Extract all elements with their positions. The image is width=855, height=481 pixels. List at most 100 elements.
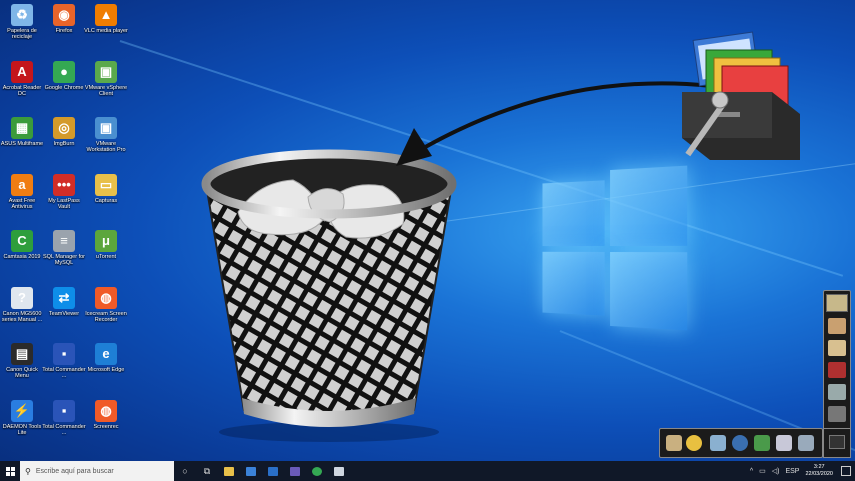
toolbar-app-icon[interactable] — [732, 435, 748, 451]
store-icon — [246, 467, 256, 476]
cortana-icon: ○ — [182, 466, 187, 476]
desktop-icon[interactable]: ▣ VMware vSphere Client — [84, 59, 128, 111]
desktop-icon[interactable]: ••• My LastPass Vault — [42, 172, 86, 224]
avast-icon: a — [11, 174, 33, 196]
canon-quickmenu-icon: ▤ — [11, 343, 33, 365]
screenrec-icon: ◍ — [95, 400, 117, 422]
taskbar-total-commander[interactable] — [284, 461, 306, 481]
desktop-icon[interactable]: A Acrobat Reader DC — [0, 59, 44, 111]
toolbar-corner-button[interactable] — [823, 428, 851, 458]
desktop-icon[interactable]: ▪ Total Commander ... — [42, 341, 86, 393]
desktop-icon[interactable]: ⇄ TeamViewer — [42, 285, 86, 337]
desktop-icon[interactable]: ♻ Papelera de reciclaje — [0, 2, 44, 54]
desktop-icon[interactable]: ▭ Capturas — [84, 172, 128, 224]
vmware-icon: ▣ — [95, 61, 117, 83]
vmware-workstation-icon: ▣ — [95, 117, 117, 139]
desktop-icon[interactable]: ▪ Total Commander ... — [42, 398, 86, 450]
desktop-icon[interactable]: ▲ VLC media player — [84, 2, 128, 54]
desktop-icon[interactable]: ◉ Firefox — [42, 2, 86, 54]
total-commander-icon — [290, 467, 300, 476]
file-explorer-icon — [224, 467, 234, 476]
clock-date: 22/03/2020 — [805, 471, 833, 478]
desktop-icon-label: Papelera de reciclaje — [0, 28, 44, 40]
desktop-icon-label: Capturas — [84, 198, 128, 204]
desktop-icon[interactable]: ≡ SQL Manager for MySQL — [42, 228, 86, 280]
desktop-icon[interactable]: ◎ ImgBurn — [42, 115, 86, 167]
taskbar: ⚲ Escribe aquí para buscar ○ ⧉ ^ ▭ ◁) ES… — [0, 461, 855, 481]
desktop-icon-label: Google Chrome — [42, 85, 86, 91]
start-button[interactable] — [0, 461, 20, 481]
desktop-icon[interactable]: ? Canon MG5600 series Manual ... — [0, 285, 44, 337]
toolbar-app-icon[interactable] — [798, 435, 814, 451]
notification-center-icon[interactable] — [841, 466, 851, 476]
utorrent-icon: μ — [95, 230, 117, 252]
folder-icon: ▭ — [95, 174, 117, 196]
floating-toolbar-horizontal — [659, 428, 823, 458]
search-icon: ⚲ — [25, 467, 31, 476]
daemon-tools-icon: ⚡ — [11, 400, 33, 422]
acrobat-icon: A — [11, 61, 33, 83]
desktop-icon-label: Canon MG5600 series Manual ... — [0, 311, 44, 323]
taskbar-file-explorer[interactable] — [218, 461, 240, 481]
window-icon — [334, 467, 344, 476]
taskbar-store[interactable] — [240, 461, 262, 481]
desktop-icon-label: SQL Manager for MySQL — [42, 254, 86, 266]
toolbar-app-icon[interactable] — [686, 435, 702, 451]
toolbar-app-icon[interactable] — [710, 435, 726, 451]
desktop-icon-label: Screenrec — [84, 424, 128, 430]
desktop-icon[interactable]: μ uTorrent — [84, 228, 128, 280]
desktop-icon-label: VLC media player — [84, 28, 128, 34]
desktop-icon-label: Acrobat Reader DC — [0, 85, 44, 97]
taskbar-clock[interactable]: 3:27 22/03/2020 — [805, 464, 833, 478]
desktop-icon[interactable]: ▦ ASUS Multiframe — [0, 115, 44, 167]
recycle-bin-icon: ♻ — [11, 4, 33, 26]
chrome-icon — [312, 467, 322, 476]
desktop-icon-label: ImgBurn — [42, 141, 86, 147]
tray-chevron-icon[interactable]: ^ — [750, 468, 753, 475]
toolbar-header[interactable] — [826, 294, 848, 312]
task-view-icon: ⧉ — [204, 466, 210, 477]
network-icon[interactable]: ▭ — [759, 467, 766, 475]
desktop-icon[interactable]: ▣ VMware Workstation Pro — [84, 115, 128, 167]
desktop-icon[interactable]: a Avast Free Antivirus — [0, 172, 44, 224]
desktop-icon[interactable]: ⚡ DAEMON Tools Lite — [0, 398, 44, 450]
edge-icon: e — [95, 343, 117, 365]
desktop-icon-label: Canon Quick Menu — [0, 367, 44, 379]
total-commander-icon: ▪ — [53, 343, 75, 365]
desktop-icon-label: Total Commander ... — [42, 424, 86, 436]
taskbar-window[interactable] — [328, 461, 350, 481]
total-commander-icon: ▪ — [53, 400, 75, 422]
desktop-icon[interactable]: e Microsoft Edge — [84, 341, 128, 393]
taskbar-mail[interactable] — [262, 461, 284, 481]
toolbar-app-icon[interactable] — [828, 384, 846, 400]
volume-icon[interactable]: ◁) — [772, 467, 780, 475]
uninstall-tool-illustration — [676, 30, 804, 170]
desktop-icon[interactable]: ▤ Canon Quick Menu — [0, 341, 44, 393]
language-indicator[interactable]: ESP — [785, 468, 799, 475]
desktop-icon-label: TeamViewer — [42, 311, 86, 317]
desktop-icon[interactable]: C Camtasia 2019 — [0, 228, 44, 280]
firefox-icon: ◉ — [53, 4, 75, 26]
clock-time: 3:27 — [805, 464, 833, 471]
canon-manual-icon: ? — [11, 287, 33, 309]
taskbar-search-box[interactable]: ⚲ Escribe aquí para buscar — [20, 461, 174, 481]
cortana-button[interactable]: ○ — [174, 461, 196, 481]
system-tray: ^ ▭ ◁) ESP 3:27 22/03/2020 — [750, 461, 855, 481]
desktop-icon[interactable]: ● Google Chrome — [42, 59, 86, 111]
toolbar-app-icon[interactable] — [828, 362, 846, 378]
teamviewer-icon: ⇄ — [53, 287, 75, 309]
desktop-icon-label: Microsoft Edge — [84, 367, 128, 373]
chrome-icon: ● — [53, 61, 75, 83]
toolbar-app-icon[interactable] — [776, 435, 792, 451]
toolbar-app-icon[interactable] — [828, 318, 846, 334]
taskbar-chrome[interactable] — [306, 461, 328, 481]
toolbar-app-icon[interactable] — [828, 406, 846, 422]
toolbar-app-icon[interactable] — [828, 340, 846, 356]
desktop-icon-label: Avast Free Antivirus — [0, 198, 44, 210]
toolbar-app-icon[interactable] — [666, 435, 682, 451]
task-view-button[interactable]: ⧉ — [196, 461, 218, 481]
desktop-icon[interactable]: ◍ Screenrec — [84, 398, 128, 450]
lastpass-icon: ••• — [53, 174, 75, 196]
toolbar-app-icon[interactable] — [754, 435, 770, 451]
desktop-icon[interactable]: ◍ Icecream Screen Recorder — [84, 285, 128, 337]
